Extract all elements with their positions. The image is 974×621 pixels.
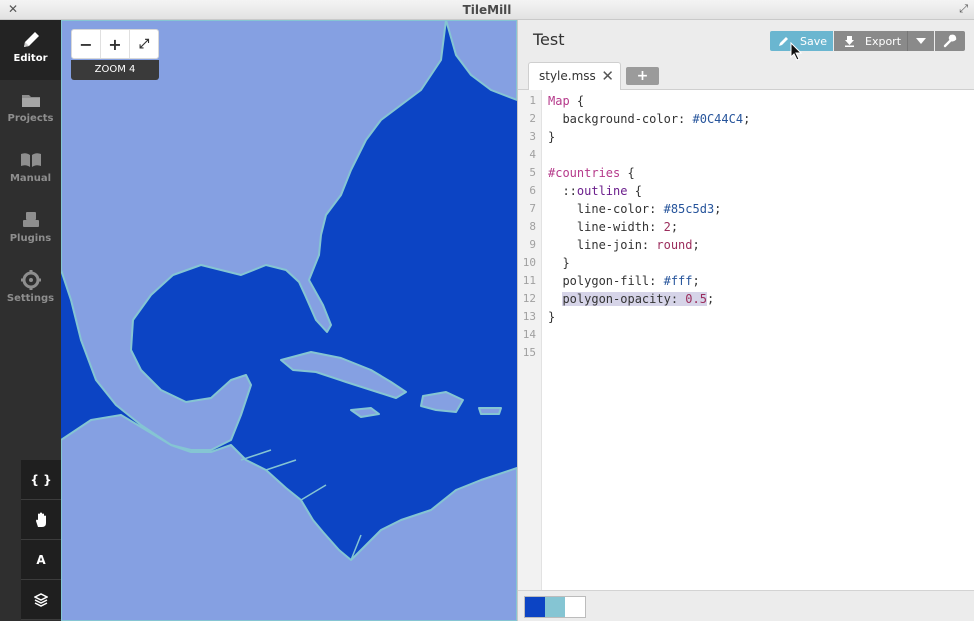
save-label: Save	[800, 34, 828, 48]
window-titlebar: ✕ TileMill ⤢	[0, 0, 974, 20]
line-number: 8	[529, 220, 536, 233]
braces-icon: { }	[30, 472, 52, 487]
code-line: line-join: round;	[548, 238, 700, 252]
sidebar-item-manual[interactable]: Manual	[0, 140, 61, 200]
line-number: 7	[529, 202, 536, 215]
layers-tool-button[interactable]	[21, 580, 61, 620]
toggle-docs-button[interactable]: { }	[21, 460, 61, 500]
code-line: #countries {	[548, 166, 635, 180]
sidebar-item-projects[interactable]: Projects	[0, 80, 61, 140]
color-swatch[interactable]	[525, 597, 545, 617]
hand-icon	[36, 512, 46, 527]
code-line: background-color: #0C44C4;	[548, 112, 751, 126]
book-icon	[20, 153, 41, 167]
jamaica-land	[350, 407, 380, 418]
pencil-icon	[23, 32, 39, 47]
mouse-cursor-icon	[790, 42, 802, 61]
download-icon	[845, 36, 854, 47]
line-number: 11	[522, 274, 536, 287]
line-number: 14	[522, 328, 536, 341]
line-number: 6	[529, 184, 536, 197]
color-swatch[interactable]	[545, 597, 565, 617]
puerto-rico-land	[478, 407, 502, 415]
sidebar-item-editor[interactable]: Editor	[0, 20, 61, 80]
zoom-out-button[interactable]: −	[72, 30, 101, 58]
sidebar-item-label: Manual	[9, 173, 52, 184]
line-number: 5	[529, 166, 536, 179]
line-number: 15	[522, 346, 536, 359]
window-title: TileMill	[462, 3, 512, 17]
map-tools: { } A	[21, 460, 61, 620]
close-icon[interactable]: ✕	[601, 67, 614, 85]
code-line: ::outline {	[548, 184, 642, 198]
pan-tool-button[interactable]	[21, 500, 61, 540]
add-stylesheet-button[interactable]: +	[626, 67, 659, 85]
code-line: line-width: 2;	[548, 220, 679, 234]
code-line: }	[548, 256, 570, 270]
hispaniola-land	[420, 391, 464, 413]
line-number: 13	[522, 310, 536, 323]
color-swatch[interactable]	[565, 597, 585, 617]
color-swatches	[524, 596, 586, 618]
line-number: 10	[522, 256, 536, 269]
line-number: 2	[529, 112, 536, 125]
zoom-in-button[interactable]: +	[101, 30, 130, 58]
folder-icon	[21, 95, 40, 107]
export-label: Export	[865, 34, 902, 48]
map-view[interactable]: − + ⤢ ZOOM 4	[61, 20, 517, 621]
line-number: 3	[529, 130, 536, 143]
tab-label: style.mss	[539, 69, 596, 83]
central-america-land	[61, 414, 517, 621]
cuba-land	[280, 351, 407, 399]
editor-panel: Test Save Export style.mss ✕ + 1 2 3 4 5…	[517, 20, 974, 621]
zoom-control: − + ⤢ ZOOM 4	[71, 29, 159, 80]
gear-icon	[20, 270, 41, 290]
zoom-level-label: ZOOM 4	[71, 60, 159, 80]
project-title: Test	[533, 30, 565, 49]
chevron-down-icon[interactable]	[916, 38, 926, 44]
export-button[interactable]: Export	[834, 31, 934, 51]
sidebar-item-label: Editor	[13, 53, 48, 64]
line-number: 9	[529, 238, 536, 251]
plugin-icon	[22, 212, 39, 227]
code-line: }	[548, 310, 556, 324]
stylesheet-tabs: style.mss ✕ +	[518, 60, 974, 91]
sidebar-item-label: Settings	[6, 293, 55, 304]
code-line: line-color: #85c5d3;	[548, 202, 722, 216]
north-land-fringe	[445, 20, 517, 101]
color-palette-bar	[518, 590, 974, 621]
code-line: }	[548, 130, 556, 144]
font-tool-button[interactable]: A	[21, 540, 61, 580]
pencil-icon	[779, 37, 788, 46]
sidebar-item-label: Plugins	[9, 233, 52, 244]
highlighted-code: polygon-opacity: 0.5	[562, 292, 707, 306]
font-icon: A	[36, 552, 46, 567]
sidebar: Editor Projects Manual Plugins Settings …	[0, 20, 61, 621]
sidebar-item-label: Projects	[7, 113, 54, 124]
wrench-icon	[943, 34, 957, 48]
code-lines[interactable]: Map { background-color: #0C44C4; } #coun…	[548, 94, 750, 364]
sidebar-item-plugins[interactable]: Plugins	[0, 200, 61, 260]
code-editor[interactable]: 1 2 3 4 5 6 7 8 9 10 11 12 13 14 15 Map …	[518, 90, 974, 590]
line-number-gutter: 1 2 3 4 5 6 7 8 9 10 11 12 13 14 15	[518, 90, 542, 590]
line-number: 4	[529, 148, 536, 161]
window-maximize-icon[interactable]: ⤢	[959, 2, 968, 16]
line-number: 1	[529, 94, 536, 107]
project-settings-button[interactable]	[935, 31, 965, 51]
code-line: Map {	[548, 94, 585, 108]
code-line: polygon-opacity: 0.5;	[562, 292, 715, 306]
line-number: 12	[522, 292, 536, 305]
code-line: polygon-fill: #fff;	[548, 274, 700, 288]
layers-icon	[34, 592, 48, 607]
tab-style-mss[interactable]: style.mss ✕	[528, 62, 621, 91]
map-land	[61, 20, 517, 621]
fullscreen-button[interactable]: ⤢	[130, 30, 158, 58]
sidebar-item-settings[interactable]: Settings	[0, 260, 61, 320]
